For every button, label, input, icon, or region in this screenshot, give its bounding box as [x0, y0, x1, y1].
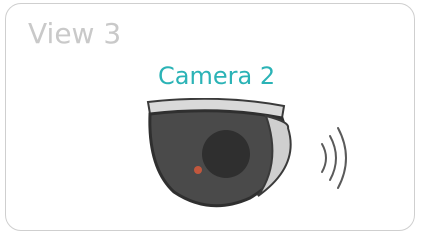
camera-view-card[interactable]: View 3 Camera 2 — [5, 3, 415, 231]
view-title: View 3 — [28, 17, 122, 50]
camera-name-label: Camera 2 — [158, 62, 276, 90]
wireless-signal-icon — [321, 127, 347, 189]
